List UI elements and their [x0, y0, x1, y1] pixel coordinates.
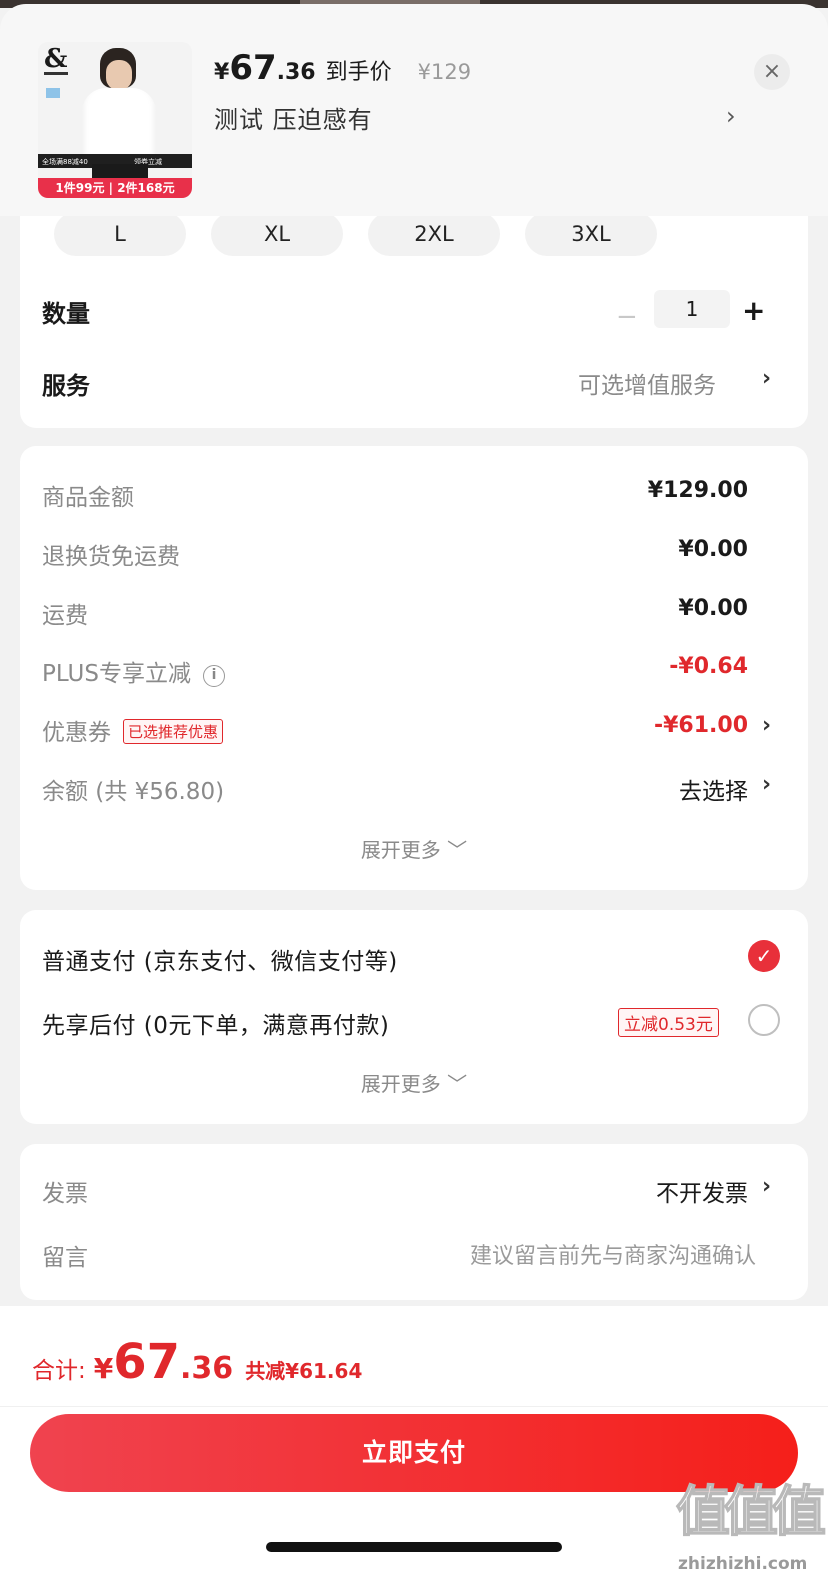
original-price: ¥129 — [417, 60, 472, 84]
size-option-2xl[interactable]: 2XL — [368, 212, 500, 256]
checkout-footer: 合计: ¥ 67 .36 共减¥61.64 立即支付 — [0, 1306, 828, 1584]
total-label: 合计: — [32, 1358, 86, 1384]
product-thumbnail[interactable]: & 全场满88减40 领券立减 1件99元 | 2件168元 — [38, 42, 192, 198]
quantity-decrease-button[interactable]: − — [616, 302, 638, 332]
price-label: 到手价 — [325, 60, 392, 85]
price-currency: ¥ — [214, 60, 230, 85]
radio-unchecked-icon[interactable] — [748, 1004, 780, 1036]
plus-discount-row: PLUS专享立减 i — [42, 654, 225, 688]
product-header: & 全场满88减40 领券立减 1件99元 | 2件168元 ¥ 67 .36 … — [0, 4, 828, 216]
goods-amount-value: ¥129.00 — [647, 478, 748, 503]
coupon-value[interactable]: -¥61.00 — [654, 713, 748, 738]
invoice-select[interactable]: 不开发票 — [656, 1174, 748, 1208]
thumb-promo-banner: 1件99元 | 2件168元 — [38, 178, 192, 198]
divider — [0, 1406, 828, 1407]
plus-discount-label: PLUS专享立减 — [42, 661, 191, 687]
order-total: 合计: ¥ 67 .36 共减¥61.64 — [32, 1334, 362, 1390]
pay-now-button[interactable]: 立即支付 — [30, 1414, 798, 1492]
payment-card: 普通支付 (京东支付、微信支付等) ✓ 先享后付 (0元下单，满意再付款) 立减… — [20, 910, 808, 1124]
chevron-right-icon[interactable]: › — [762, 366, 771, 391]
selected-spec[interactable]: 测试 压迫感有 — [214, 100, 373, 135]
memo-input[interactable]: 建议留言前先与商家沟通确认 — [470, 1238, 756, 1270]
checkmark-icon[interactable]: ✓ — [748, 940, 780, 972]
extras-card: 发票 不开发票 › 留言 建议留言前先与商家沟通确认 — [20, 1144, 808, 1300]
service-selector[interactable]: 可选增值服务 — [578, 366, 716, 400]
plus-discount-value: -¥0.64 — [669, 654, 748, 679]
home-indicator — [266, 1542, 562, 1552]
total-saved: 共减¥61.64 — [245, 1359, 363, 1383]
coupon-badge: 已选推荐优惠 — [123, 719, 224, 744]
return-shipping-label: 退换货免运费 — [42, 544, 180, 570]
memo-label: 留言 — [42, 1245, 88, 1271]
price-integer: 67 — [229, 48, 277, 88]
size-option-3xl[interactable]: 3XL — [525, 212, 657, 256]
chevron-right-icon[interactable]: › — [762, 713, 771, 738]
price-decimal: .36 — [276, 60, 316, 85]
thumb-promo-top: 全场满88减40 — [42, 158, 88, 166]
shipping-value: ¥0.00 — [678, 596, 748, 621]
balance-label: 余额 (共 ¥56.80) — [42, 779, 225, 805]
service-label: 服务 — [42, 372, 90, 400]
size-option-l[interactable]: L — [54, 212, 186, 256]
size-option-xl[interactable]: XL — [211, 212, 343, 256]
spec-card: L XL 2XL 3XL 数量 − 1 + 服务 可选增值服务 › — [20, 190, 808, 428]
quantity-input[interactable]: 1 — [654, 290, 730, 328]
coupon-row[interactable]: 优惠券 已选推荐优惠 — [42, 713, 224, 747]
amount-card: 商品金额 ¥129.00 退换货免运费 ¥0.00 运费 ¥0.00 PLUS专… — [20, 446, 808, 890]
total-decimal: .36 — [180, 1351, 234, 1386]
close-button[interactable]: × — [754, 54, 790, 90]
total-currency: ¥ — [93, 1352, 114, 1385]
return-shipping-value: ¥0.00 — [678, 537, 748, 562]
header-price: ¥ 67 .36 到手价 ¥129 — [214, 48, 471, 88]
info-icon[interactable]: i — [202, 665, 225, 687]
shipping-label: 运费 — [42, 603, 88, 629]
chevron-right-icon[interactable]: › — [762, 1174, 771, 1199]
balance-select[interactable]: 去选择 — [679, 772, 748, 806]
coupon-label: 优惠券 — [42, 720, 111, 746]
payment-option-pay-later[interactable]: 先享后付 (0元下单，满意再付款) — [42, 1006, 389, 1040]
invoice-label: 发票 — [42, 1181, 88, 1207]
pay-later-discount-badge: 立减0.53元 — [618, 1008, 719, 1037]
chevron-right-icon[interactable]: › — [726, 102, 736, 130]
quantity-label: 数量 — [42, 300, 90, 328]
total-integer: 67 — [113, 1334, 181, 1390]
quantity-increase-button[interactable]: + — [742, 294, 765, 327]
brand-logo: & — [44, 44, 68, 74]
chevron-right-icon[interactable]: › — [762, 772, 771, 797]
expand-more-payment[interactable]: 展开更多 ﹀ — [20, 1068, 808, 1097]
expand-more-amounts[interactable]: 展开更多 ﹀ — [20, 834, 808, 863]
payment-option-standard[interactable]: 普通支付 (京东支付、微信支付等) — [42, 942, 398, 976]
goods-amount-label: 商品金额 — [42, 485, 134, 511]
